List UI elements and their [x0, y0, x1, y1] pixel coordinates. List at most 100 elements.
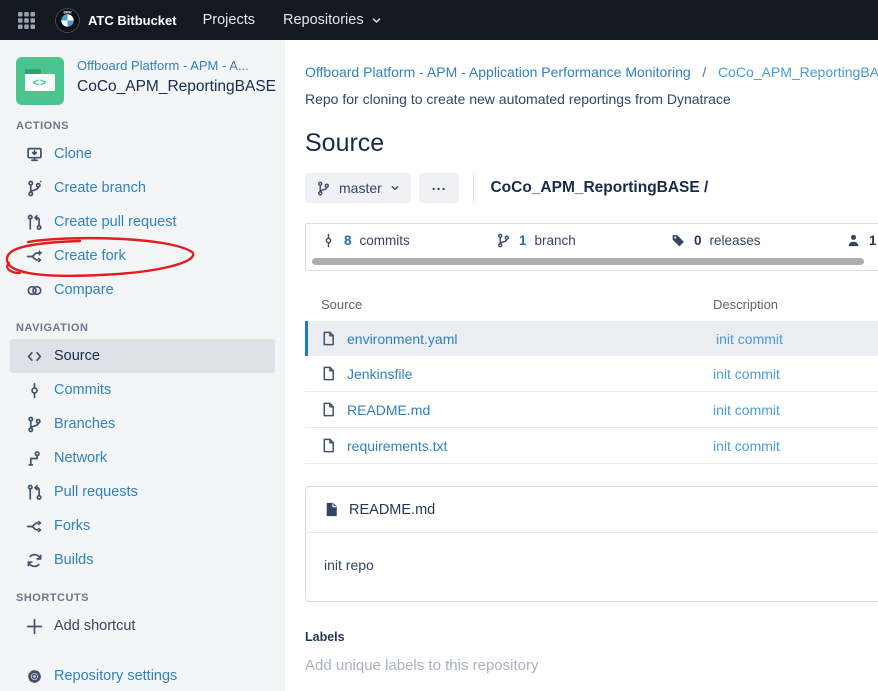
app-switcher-grid-icon: [18, 12, 35, 29]
readme-header: README.md: [306, 487, 878, 533]
chevron-down-icon: [371, 15, 382, 26]
network-icon: [26, 450, 43, 467]
brand-home-link[interactable]: BMW ATC Bitbucket: [55, 8, 177, 33]
chevron-down-icon: [390, 183, 400, 193]
create-pull-request-icon: [26, 214, 43, 231]
branch-icon: [496, 233, 511, 248]
breadcrumb-separator-space: [706, 64, 714, 80]
table-row[interactable]: README.md init commit: [305, 391, 878, 427]
page-title: Source: [305, 129, 878, 158]
file-icon: [321, 402, 336, 417]
sidebar-item-branches[interactable]: Branches: [10, 407, 275, 441]
repo-titles: Offboard Platform - APM - A... CoCo_APM_…: [77, 57, 276, 96]
file-link[interactable]: Jenkinsfile: [305, 366, 713, 382]
stat-branches[interactable]: 1 branch: [496, 233, 671, 248]
builds-icon: [26, 552, 43, 569]
repo-header: <> Offboard Platform - APM - A... CoCo_A…: [0, 57, 285, 105]
svg-text:BMW: BMW: [63, 10, 72, 14]
commit-message-link[interactable]: init commit: [716, 331, 783, 347]
stat-commits[interactable]: 8 commits: [321, 233, 496, 248]
settings-section: Repository settings: [0, 659, 285, 691]
sidebar-item-create-branch[interactable]: Create branch: [10, 171, 275, 205]
stats-scrollbar-track: [312, 258, 878, 266]
file-icon: [321, 331, 336, 346]
repo-stats-card: 8 commits 1 branch 0 releases 1 contribu…: [305, 223, 878, 271]
sidebar-item-pull-requests[interactable]: Pull requests: [10, 475, 275, 509]
file-table: Source Description environment.yaml init…: [305, 297, 878, 464]
breadcrumb: Offboard Platform - APM - Application Pe…: [305, 64, 878, 80]
top-nav-menu: Projects Repositories: [203, 12, 382, 28]
sidebar-item-clone[interactable]: Clone: [10, 137, 275, 171]
brand-title: ATC Bitbucket: [88, 13, 177, 28]
tag-icon: [671, 233, 686, 248]
repo-stats-row: 8 commits 1 branch 0 releases 1 contribu…: [306, 224, 878, 257]
repo-avatar[interactable]: <>: [16, 57, 64, 105]
table-row[interactable]: requirements.txt init commit: [305, 427, 878, 464]
person-icon: [846, 233, 861, 248]
create-branch-icon: [26, 180, 43, 197]
navigation-section: NAVIGATION Source Commits Branches Netwo…: [0, 322, 285, 577]
breadcrumb-repo-link[interactable]: CoCo_APM_ReportingBASE: [718, 64, 878, 80]
sidebar-item-builds[interactable]: Builds: [10, 543, 275, 577]
commit-message-link[interactable]: init commit: [713, 402, 780, 418]
pull-requests-icon: [26, 484, 43, 501]
readme-filename: README.md: [349, 502, 435, 518]
project-link[interactable]: Offboard Platform - APM - A...: [77, 57, 276, 75]
shortcuts-section: SHORTCUTS Add shortcut: [0, 592, 285, 643]
file-link[interactable]: README.md: [305, 402, 713, 418]
app-switcher-button[interactable]: [14, 8, 39, 33]
sidebar-item-commits[interactable]: Commits: [10, 373, 275, 407]
file-icon: [321, 366, 336, 381]
source-column-header: Source: [305, 297, 713, 312]
commit-message-link[interactable]: init commit: [713, 366, 780, 382]
sidebar-item-create-pull-request[interactable]: Create pull request: [10, 205, 275, 239]
branch-selector-button[interactable]: master: [305, 173, 411, 203]
sidebar-item-repository-settings[interactable]: Repository settings: [10, 659, 275, 691]
file-link[interactable]: requirements.txt: [305, 438, 713, 454]
actions-label: ACTIONS: [10, 120, 275, 137]
folder-code-icon: <>: [25, 74, 55, 91]
nav-projects[interactable]: Projects: [203, 12, 255, 28]
clone-icon: [26, 146, 43, 163]
labels-title: Labels: [305, 630, 878, 644]
commit-message-link[interactable]: init commit: [713, 438, 780, 454]
compare-icon: [26, 282, 43, 299]
table-row[interactable]: Jenkinsfile init commit: [305, 356, 878, 391]
more-actions-button[interactable]: ...: [419, 173, 460, 203]
nav-repositories[interactable]: Repositories: [283, 12, 382, 28]
labels-section: Labels Add unique labels to this reposit…: [305, 630, 878, 674]
commit-icon: [321, 233, 336, 248]
labels-input-placeholder[interactable]: Add unique labels to this repository: [305, 657, 878, 674]
stat-releases[interactable]: 0 releases: [671, 233, 846, 248]
actions-section: ACTIONS Clone Create branch Create pull …: [0, 120, 285, 307]
sidebar-item-network[interactable]: Network: [10, 441, 275, 475]
toolbar-divider: [473, 173, 474, 203]
sidebar-item-forks[interactable]: Forks: [10, 509, 275, 543]
readme-card: README.md init repo: [305, 486, 878, 602]
current-path[interactable]: CoCo_APM_ReportingBASE /: [490, 179, 708, 197]
readme-file-icon: [324, 502, 339, 517]
stat-contributors[interactable]: 1 contributor: [846, 233, 878, 248]
gear-icon: [26, 668, 43, 685]
file-icon: [321, 438, 336, 453]
table-row[interactable]: environment.yaml init commit: [305, 321, 878, 356]
source-icon: [26, 348, 43, 365]
sidebar-item-create-fork[interactable]: Create fork: [10, 239, 275, 273]
file-link[interactable]: environment.yaml: [308, 331, 716, 347]
forks-icon: [26, 518, 43, 535]
sidebar-item-source[interactable]: Source: [10, 339, 275, 373]
file-table-header: Source Description: [305, 297, 878, 321]
commits-icon: [26, 382, 43, 399]
readme-content: init repo: [306, 533, 878, 601]
stats-scrollbar-thumb[interactable]: [312, 258, 864, 265]
description-column-header: Description: [713, 297, 778, 312]
sidebar-item-compare[interactable]: Compare: [10, 273, 275, 307]
plus-icon: [26, 618, 43, 635]
breadcrumb-project-link[interactable]: Offboard Platform - APM - Application Pe…: [305, 64, 691, 80]
branches-icon: [26, 416, 43, 433]
sidebar-item-add-shortcut[interactable]: Add shortcut: [10, 609, 275, 643]
top-navigation-bar: BMW ATC Bitbucket Projects Repositories: [0, 0, 878, 40]
bmw-logo: BMW: [55, 8, 80, 33]
branch-icon: [316, 181, 331, 196]
source-toolbar: master ... CoCo_APM_ReportingBASE /: [305, 173, 878, 203]
